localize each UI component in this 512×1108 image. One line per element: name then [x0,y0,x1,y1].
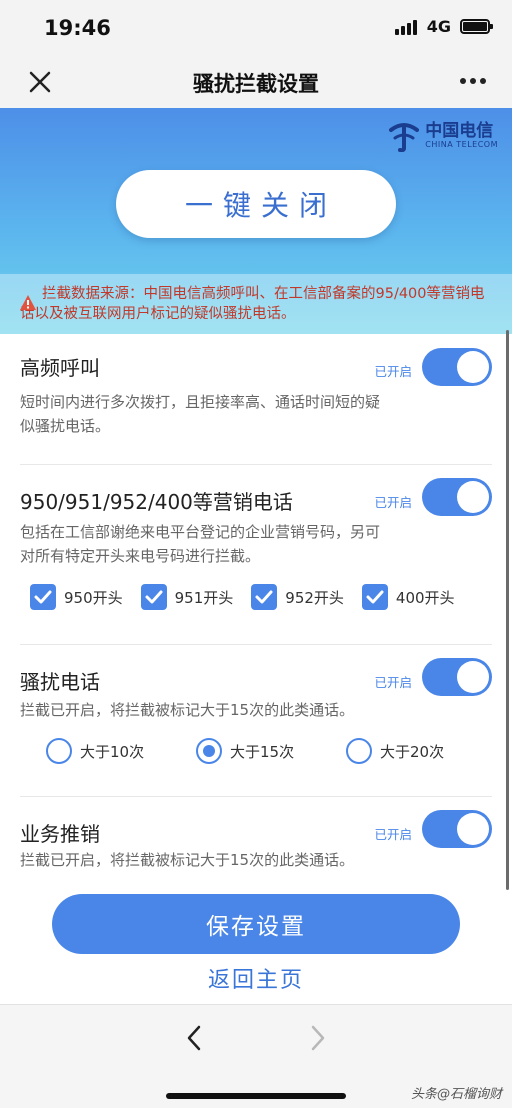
brand-name-cn: 中国电信 [425,120,494,141]
notice-text: 拦截数据来源：中国电信高频呼叫、在工信部备案的95/400等营销电话以及被互联网… [20,286,485,322]
checkbox-checked-icon[interactable] [140,584,167,610]
radio-label: 大于15次 [230,742,295,761]
return-home-link[interactable]: 返回主页 [0,962,512,994]
radio-checked-icon[interactable] [196,738,222,764]
scrollbar[interactable] [506,330,509,890]
section-desc: 包括在工信部谢绝来电平台登记的企业营销号码，另可对所有特定开头来电号码进行拦截。 [20,523,381,565]
section-high-frequency: 高频呼叫 已开启 短时间内进行多次拨打，且拒接率高、通话时间短的疑似骚扰电话。 [20,348,492,452]
status-badge: 已开启 [374,495,412,510]
section-harassment-calls: 骚扰电话 已开启 拦截已开启，将拦截被标记大于15次的此类通话。 大于10次 大… [20,658,492,786]
radio-label: 大于20次 [380,742,445,761]
check-952[interactable]: 952开头 [251,584,344,610]
threshold-radios: 大于10次 大于15次 大于20次 [46,738,496,764]
status-badge: 已开启 [374,827,412,842]
check-label: 950开头 [64,588,123,607]
harassment-calls-toggle[interactable] [422,658,492,696]
status-badge: 已开启 [374,364,412,379]
forward-arrow-icon[interactable] [306,1023,330,1053]
radio-unchecked-icon[interactable] [46,738,72,764]
checkbox-checked-icon[interactable] [361,584,388,610]
radio-option-20[interactable]: 大于20次 [346,738,496,764]
high-frequency-toggle[interactable] [422,348,492,386]
china-telecom-logo-icon [389,123,420,152]
radio-unchecked-icon[interactable] [346,738,372,764]
signal-icon [394,19,419,35]
checkbox-checked-icon[interactable] [251,584,278,610]
status-badge: 已开启 [374,675,412,690]
section-desc: 拦截已开启，将拦截被标记大于15次的此类通话。 [20,851,355,869]
section-title: 骚扰电话 [20,670,100,694]
status-time: 19:46 [44,16,111,40]
status-bar: 19:46 4G [0,0,512,56]
browser-toolbar: 头条@石榴询财 [0,1004,512,1108]
divider [20,796,492,797]
more-icon[interactable] [456,78,486,84]
network-type: 4G [426,17,451,36]
checkbox-checked-icon[interactable] [30,584,56,610]
check-950[interactable]: 950开头 [30,584,123,610]
back-arrow-icon[interactable] [182,1023,206,1053]
brand-logo: 中国电信 CHINA TELECOM [387,118,498,152]
status-indicators: 4G [394,17,493,36]
page-title: 骚扰拦截设置 [193,72,319,96]
home-indicator [166,1093,346,1099]
radio-label: 大于10次 [80,742,145,761]
section-sales-promotion: 业务推销 已开启 拦截已开启，将拦截被标记大于15次的此类通话。 [20,810,492,878]
divider [20,464,492,465]
radio-option-10[interactable]: 大于10次 [46,738,196,764]
sales-promotion-toggle[interactable] [422,810,492,848]
watermark: 头条@石榴询财 [410,1087,502,1102]
section-desc: 拦截已开启，将拦截被标记大于15次的此类通话。 [20,701,355,719]
section-desc: 短时间内进行多次拨打，且拒接率高、通话时间短的疑似骚扰电话。 [20,393,381,435]
divider [20,644,492,645]
check-label: 400开头 [395,588,455,607]
section-title: 高频呼叫 [20,356,100,380]
nav-bar: 骚扰拦截设置 [0,56,512,108]
check-label: 951开头 [174,588,234,607]
battery-icon [460,19,493,34]
marketing-calls-toggle[interactable] [422,478,492,516]
check-951[interactable]: 951开头 [140,584,234,610]
check-label: 952开头 [285,588,344,607]
check-400[interactable]: 400开头 [361,584,455,610]
brand-name-en: CHINA TELECOM [425,139,498,149]
prefix-checkboxes: 950开头 951开头 952开头 400开头 [30,584,473,610]
section-title: 业务推销 [20,822,100,846]
warning-icon [20,295,36,310]
one-click-close-button[interactable]: 一键关闭 [116,170,396,238]
data-source-notice: 拦截数据来源：中国电信高频呼叫、在工信部备案的95/400等营销电话以及被互联网… [0,274,512,334]
section-marketing-calls: 950/951/952/400等营销电话 已开启 包括在工信部谢绝来电平台登记的… [20,478,492,636]
banner: 中国电信 CHINA TELECOM 一键关闭 拦截数据来源：中国电信高频呼叫、… [0,108,512,334]
radio-option-15[interactable]: 大于15次 [196,738,346,764]
section-title: 950/951/952/400等营销电话 [20,490,293,514]
save-settings-button[interactable]: 保存设置 [52,894,460,954]
